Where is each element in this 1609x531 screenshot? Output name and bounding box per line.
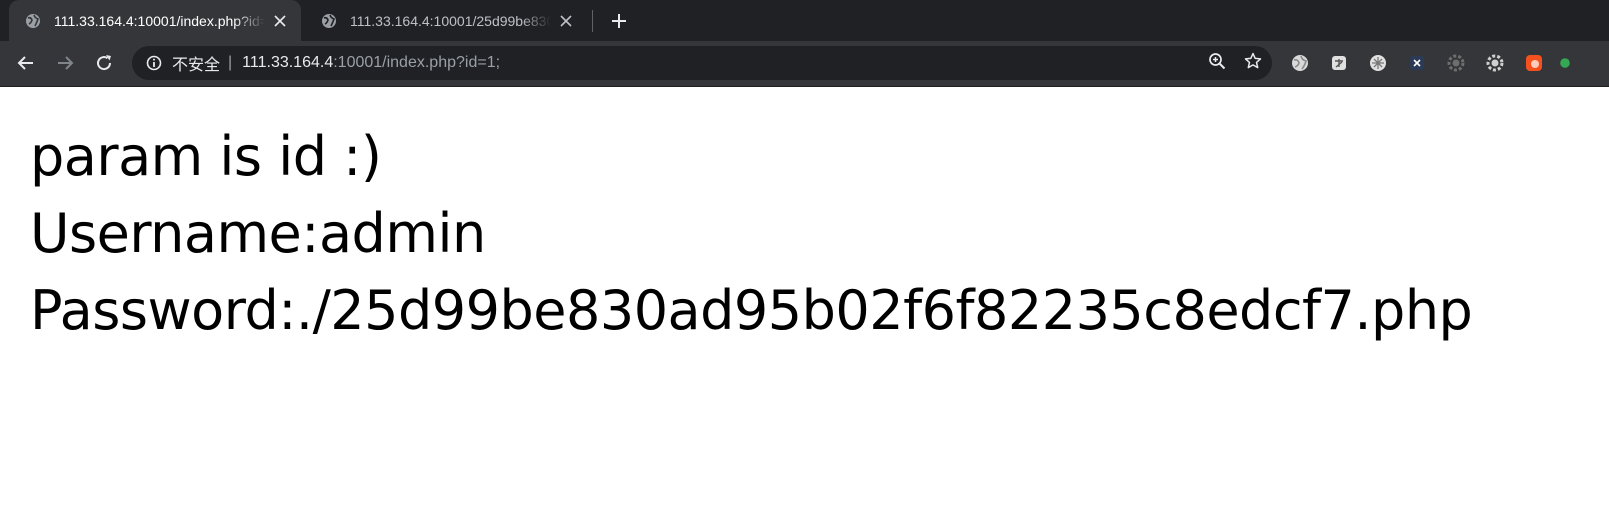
extension-orange-icon[interactable] [1520,49,1548,77]
extensions-area [1286,49,1571,77]
tab-strip: 111.33.164.4:10001/index.php?id=1; 111.3… [0,0,1609,41]
extension-globe-icon[interactable] [1286,49,1314,77]
url-host: 111.33.164.4 [242,54,334,71]
tab-title: 111.33.164.4:10001/index.php?id=1; [54,12,265,29]
new-tab-button[interactable] [606,8,632,34]
page-content: param is id :) Username:admin Password:.… [30,118,1473,349]
zoom-icon[interactable] [1208,52,1226,75]
arrow-left-icon [17,56,33,70]
forward-button[interactable] [51,49,79,77]
omnibox-divider: | [228,54,233,71]
browser-toolbar: 不安全 | 111.33.164.4:10001/index.php?id=1; [0,41,1609,87]
security-label[interactable]: 不安全 [172,51,220,75]
reload-button[interactable] [90,49,118,77]
extension-x-icon[interactable] [1403,49,1431,77]
extension-translate-icon[interactable] [1325,49,1353,77]
info-icon[interactable] [145,54,163,72]
tab-index-php[interactable]: 111.33.164.4:10001/index.php?id=1; [9,0,301,41]
extension-gear-dark-icon[interactable] [1442,49,1470,77]
close-tab-icon[interactable] [555,10,577,32]
tab-separator [592,10,593,32]
back-button[interactable] [12,49,40,77]
url-path: :10001/index.php?id=1; [333,54,501,71]
arrow-right-icon [58,56,74,70]
param-hint-text: param is id :) [30,125,382,188]
tab-title: 111.33.164.4:10001/25d99be830ad95b02f6f8… [350,12,551,29]
password-text: Password:./25d99be830ad95b02f6f82235c8ed… [30,279,1473,342]
address-bar[interactable]: 不安全 | 111.33.164.4:10001/index.php?id=1; [132,46,1272,80]
globe-icon [24,12,42,30]
plus-icon [612,14,626,28]
url-text[interactable]: 111.33.164.4:10001/index.php?id=1; [242,54,500,72]
extension-green-icon[interactable] [1559,49,1571,77]
reload-icon [97,55,112,71]
tab-password-php[interactable]: 111.33.164.4:10001/25d99be830ad95b02f6f8… [305,0,587,41]
username-text: Username:admin [30,202,486,265]
bookmark-star-icon[interactable] [1244,52,1262,75]
extension-gear-icon[interactable] [1481,49,1509,77]
globe-icon [320,12,338,30]
close-tab-icon[interactable] [269,10,291,32]
extension-shield-icon[interactable] [1364,49,1392,77]
